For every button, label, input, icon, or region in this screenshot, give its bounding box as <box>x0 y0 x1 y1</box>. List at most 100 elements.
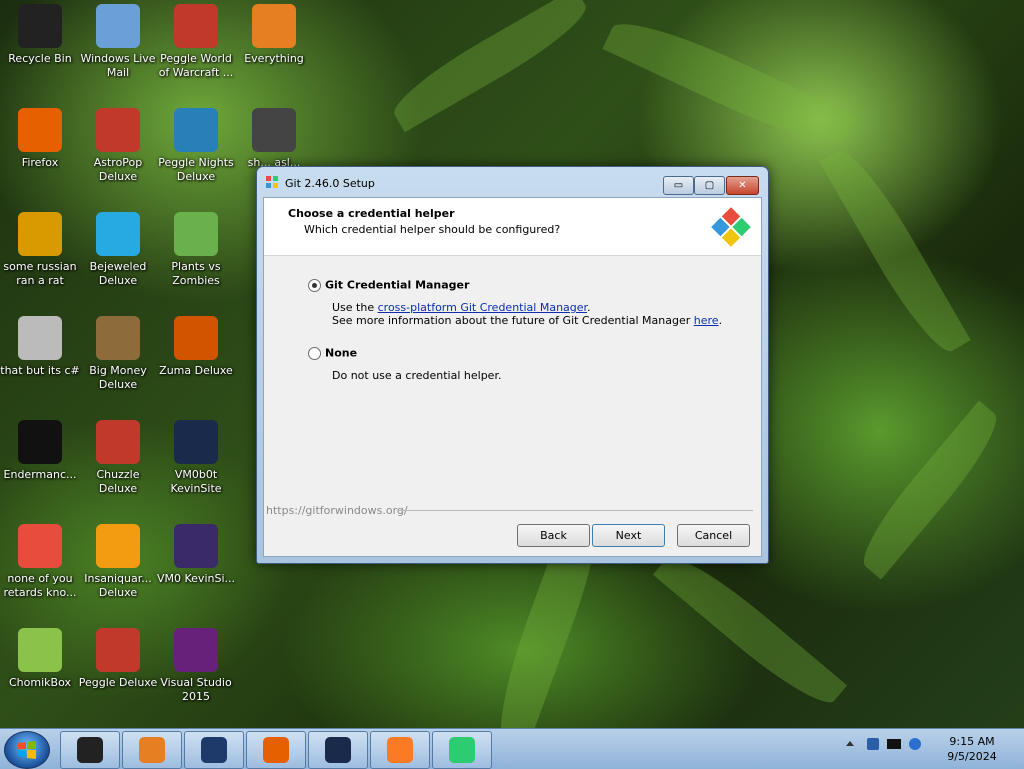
desc-text: . <box>587 301 591 314</box>
money-bag-icon <box>96 316 140 360</box>
title-bar[interactable]: Git 2.46.0 Setup ▭ ▢ ✕ <box>257 167 768 197</box>
gcm-description: Use the cross-platform Git Credential Ma… <box>332 301 722 327</box>
desktop-icon-label: Everything <box>244 52 304 65</box>
taskbar-xampp-button[interactable] <box>370 731 430 769</box>
taskbar-globe-button[interactable] <box>184 731 244 769</box>
de-icon <box>18 212 62 256</box>
taskbar-explorer-button[interactable] <box>60 731 120 769</box>
start-button[interactable] <box>4 731 50 769</box>
page-title: Choose a credential helper <box>288 207 455 220</box>
desktop-icon[interactable]: Big Money Deluxe <box>78 316 158 392</box>
radio-git-credential-manager[interactable] <box>308 278 321 292</box>
vm-icon <box>325 737 351 763</box>
desktop-icon-label: Visual Studio 2015 <box>160 676 232 703</box>
desktop-icon[interactable]: that but its c# <box>0 316 80 378</box>
desktop-icon[interactable]: VM0b0t KevinSite <box>156 420 236 496</box>
firefox-icon <box>18 108 62 152</box>
network-icon[interactable] <box>867 738 879 750</box>
cross-platform-gcm-link[interactable]: cross-platform Git Credential Manager <box>378 301 587 314</box>
desktop-icon-label: Recycle Bin <box>8 52 72 65</box>
desktop-icon[interactable]: Peggle Deluxe <box>78 628 158 690</box>
chomikbox-icon <box>18 628 62 672</box>
desktop-icon-label: Peggle World of Warcraft ... <box>158 52 234 79</box>
option-none[interactable]: None <box>308 346 357 360</box>
desktop-icon-label: ChomikBox <box>9 676 71 689</box>
divider <box>398 510 753 511</box>
desktop-icon-label: AstroPop Deluxe <box>93 156 143 183</box>
desktop-icon-label: that but its c# <box>0 364 80 377</box>
maximize-button[interactable]: ▢ <box>694 176 725 195</box>
window-title: Git 2.46.0 Setup <box>285 177 375 190</box>
desktop-icon[interactable]: Zuma Deluxe <box>156 316 236 378</box>
desktop-icon[interactable]: VM0 KevinSi... <box>156 524 236 586</box>
desktop-icon-label: Firefox <box>21 156 59 169</box>
desktop-icon[interactable]: Firefox <box>0 108 80 170</box>
desktop-icon[interactable]: Bejeweled Deluxe <box>78 212 158 288</box>
desktop-icon[interactable]: Plants vs Zombies <box>156 212 236 288</box>
wizard-header: Choose a credential helper Which credent… <box>264 198 761 256</box>
desktop-icon[interactable]: Endermanc... <box>0 420 80 482</box>
desktop-icon-label: Endermanc... <box>3 468 77 481</box>
taskbar-media-player-button[interactable] <box>122 731 182 769</box>
desktop-icon[interactable]: Peggle Nights Deluxe <box>156 108 236 184</box>
show-hidden-icons-icon[interactable] <box>846 741 854 746</box>
dragon-icon <box>18 524 62 568</box>
firefox-file-icon <box>174 524 218 568</box>
desktop-icon-label: Insaniquar... Deluxe <box>84 572 152 599</box>
here-link[interactable]: here <box>694 314 719 327</box>
volume-icon[interactable] <box>909 738 921 750</box>
taskbar: 9:15 AM 9/5/2024 <box>0 728 1024 769</box>
desktop-icon[interactable]: Recycle Bin <box>0 4 80 66</box>
explorer-icon <box>77 737 103 763</box>
option-git-credential-manager[interactable]: Git Credential Manager <box>308 278 469 292</box>
desktop-icon-label: Chuzzle Deluxe <box>96 468 140 495</box>
option-label: Git Credential Manager <box>325 278 470 292</box>
monitor-icon[interactable] <box>887 739 901 749</box>
clock-time: 9:15 AM <box>949 735 995 748</box>
desktop-icon[interactable]: none of you retards kno... <box>0 524 80 600</box>
desktop-icon-label: Peggle Nights Deluxe <box>158 156 234 183</box>
minimize-button[interactable]: ▭ <box>663 176 694 195</box>
none-description: Do not use a credential helper. <box>332 369 502 382</box>
git-logo-icon <box>711 207 751 247</box>
git-setup-icon <box>449 737 475 763</box>
desktop-icon[interactable]: some russian ran a rat <box>0 212 80 288</box>
media-player-icon <box>139 737 165 763</box>
desktop-icon[interactable]: AstroPop Deluxe <box>78 108 158 184</box>
page-subtitle: Which credential helper should be config… <box>304 223 561 236</box>
file-icon <box>252 108 296 152</box>
search-icon <box>252 4 296 48</box>
desktop-icon[interactable]: Windows Live Mail <box>78 4 158 80</box>
desktop-icon[interactable]: sh... asl... <box>234 108 314 170</box>
desktop-icon-label: Windows Live Mail <box>80 52 156 79</box>
close-button[interactable]: ✕ <box>726 176 759 195</box>
taskbar-firefox-button[interactable] <box>246 731 306 769</box>
desktop-icon[interactable]: Chuzzle Deluxe <box>78 420 158 496</box>
fish-icon <box>96 524 140 568</box>
dialog-client: Choose a credential helper Which credent… <box>263 197 762 557</box>
option-label: None <box>325 346 358 360</box>
git-setup-icon <box>266 176 278 188</box>
minimize-icon: ▭ <box>673 180 684 191</box>
desktop-icon-label: Plants vs Zombies <box>171 260 221 287</box>
cancel-button[interactable]: Cancel <box>677 524 750 547</box>
desktop-icon[interactable]: ChomikBox <box>0 628 80 690</box>
vm-icon <box>174 420 218 464</box>
recycle-bin-icon <box>18 4 62 48</box>
desktop-icon-label: VM0 KevinSi... <box>156 572 235 585</box>
astropop-icon <box>96 108 140 152</box>
desktop-icon[interactable]: Everything <box>234 4 314 66</box>
desktop-icon[interactable]: Insaniquar... Deluxe <box>78 524 158 600</box>
desktop-icon[interactable]: Peggle World of Warcraft ... <box>156 4 236 80</box>
taskbar-vm-button[interactable] <box>308 731 368 769</box>
desktop-icon[interactable]: Visual Studio 2015 <box>156 628 236 704</box>
clock[interactable]: 9:15 AM 9/5/2024 <box>936 734 1008 764</box>
plant-icon <box>174 212 218 256</box>
taskbar-git-setup-button[interactable] <box>432 731 492 769</box>
next-button[interactable]: Next <box>592 524 665 547</box>
windows-stack-icon <box>18 316 62 360</box>
radio-none[interactable] <box>308 346 321 360</box>
close-icon: ✕ <box>738 180 747 191</box>
system-tray <box>843 734 929 757</box>
back-button[interactable]: Back <box>517 524 590 547</box>
